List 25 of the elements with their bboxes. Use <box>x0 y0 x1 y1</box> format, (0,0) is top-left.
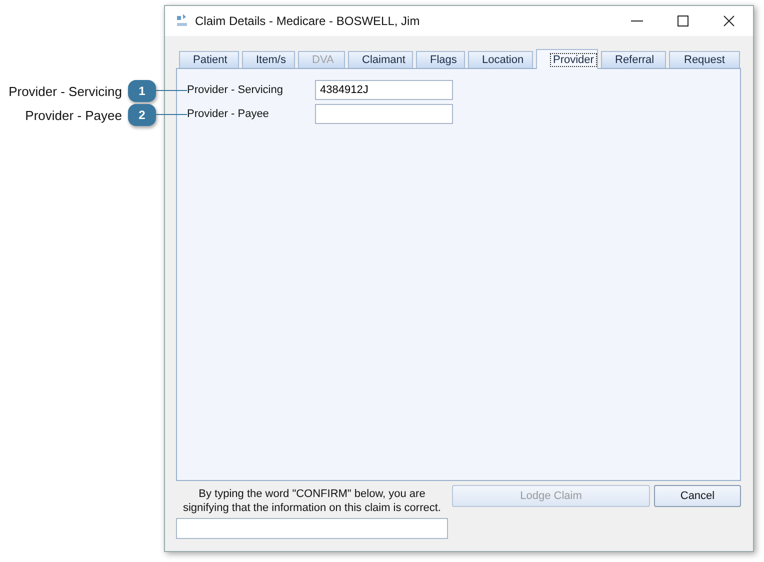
tab[interactable]: Flags <box>416 51 465 68</box>
tab[interactable]: Location <box>468 51 533 68</box>
callout-label: Provider - Payee <box>25 108 122 122</box>
input-field[interactable]: 4384912J <box>315 80 453 100</box>
window-title: Claim Details - Medicare - BOSWELL, Jim <box>195 14 420 28</box>
tab[interactable]: Provider <box>536 49 598 69</box>
leader-line <box>156 90 187 91</box>
tab[interactable]: Request <box>669 51 740 68</box>
tab[interactable]: Referral <box>601 51 666 68</box>
leader-line <box>156 114 187 115</box>
app-logo-icon <box>175 13 189 29</box>
maximize-icon[interactable] <box>677 15 689 27</box>
callout-label: Provider - Servicing <box>8 84 122 98</box>
tab[interactable]: Item/s <box>242 51 295 68</box>
field-label: Provider - Servicing <box>187 84 284 96</box>
callout-badge: 2 <box>128 104 156 126</box>
callout-badge: 1 <box>128 80 156 102</box>
tab[interactable]: Claimant <box>348 51 413 68</box>
tab[interactable]: Patient <box>179 51 239 68</box>
input-field[interactable] <box>315 104 453 124</box>
confirm-instructions: By typing the word "CONFIRM" below, you are signifying that the information on this claim is correct. <box>182 487 442 515</box>
confirm-input-field[interactable] <box>176 518 448 539</box>
button[interactable]: Cancel <box>654 485 741 507</box>
close-icon[interactable] <box>723 15 735 27</box>
field-label: Provider - Payee <box>187 108 270 120</box>
